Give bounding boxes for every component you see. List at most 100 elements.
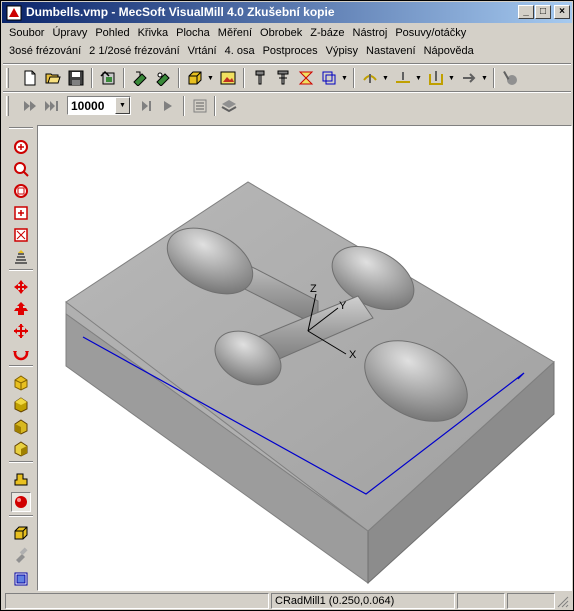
step-value-combo[interactable]: 10000 ▼ [67,96,131,115]
box-view-icon[interactable] [11,523,31,543]
menu-obrobek[interactable]: Obrobek [256,25,306,41]
new-file-icon[interactable] [19,67,41,89]
curve-dropdown-arrow[interactable]: ▼ [414,67,423,89]
toolbar-separator [493,68,495,88]
menu-4-osa[interactable]: 4. osa [221,43,259,59]
step-dropdown-arrow[interactable]: ▼ [115,97,130,114]
toolbar-separator [123,68,125,88]
move-icon[interactable] [11,321,31,341]
fast-forward-icon[interactable] [41,95,63,117]
toolbar-grip[interactable] [6,96,9,116]
main-toolbar: ▼ ▼ ▼ ▼ ▼ ▼ [3,65,571,91]
toolbar-separator [91,68,93,88]
zoom-out-icon[interactable] [11,159,31,179]
step-icon[interactable] [135,95,157,117]
menu-bar: Soubor Úpravy Pohled Křivka Plocha Měření Obro… [3,24,571,62]
grid-icon[interactable] [11,569,31,589]
iso-view-1-icon[interactable] [11,373,31,393]
status-pane-4 [507,593,555,609]
surface-select-icon[interactable] [359,67,381,89]
toolbar-separator [183,96,185,116]
play-icon[interactable] [19,95,41,117]
simulate-icon[interactable] [458,67,480,89]
import-icon[interactable] [97,67,119,89]
simulation-toolbar: 10000 ▼ [3,93,571,119]
menu-z-baze[interactable]: Z-báze [306,25,348,41]
status-pane-tool: CRadMill1 (0.250,0.064) [271,593,455,609]
axis-label-x: X [349,349,357,361]
pause-icon[interactable] [157,95,179,117]
menu-posuvy[interactable]: Posuvy/otáčky [391,25,470,41]
menu-mereni[interactable]: Měření [214,25,256,41]
coordinate-dropdown-arrow[interactable]: ▼ [340,67,349,89]
cut-material-icon[interactable] [499,67,521,89]
toolbar-separator [9,269,33,271]
simulate-dropdown-arrow[interactable]: ▼ [480,67,489,89]
step-value: 10000 [71,99,105,113]
image-icon[interactable] [217,67,239,89]
toolbar-grip[interactable] [9,127,33,129]
layer-icon[interactable] [218,95,240,117]
pan-icon[interactable] [11,277,31,297]
drill-dropdown-arrow[interactable]: ▼ [447,67,456,89]
title-bar[interactable]: Dumbells.vmp - MecSoft VisualMill 4.0 Zk… [2,2,572,23]
zoom-window-icon[interactable] [11,181,31,201]
3d-viewport[interactable]: Z Y X [37,125,572,591]
toolbar-grip[interactable] [6,68,9,88]
menu-3ose-frezovani[interactable]: 3osé frézování [5,43,85,59]
tool-view-icon[interactable] [11,545,31,565]
iso-view-3-icon[interactable] [11,417,31,437]
toolbar-separator [214,96,216,116]
close-button[interactable]: × [554,5,570,19]
status-bar: CRadMill1 (0.250,0.064) [3,592,571,610]
zoom-fit-icon[interactable] [11,225,31,245]
machine-setup-icon[interactable] [152,67,174,89]
curve-select-icon[interactable] [392,67,414,89]
axis-label-y: Y [339,300,347,312]
application-window: Dumbells.vmp - MecSoft VisualMill 4.0 Zk… [0,0,574,611]
menu-nastroj[interactable]: Nástroj [349,25,392,41]
save-icon[interactable] [65,67,87,89]
view-front-icon[interactable] [11,247,31,267]
app-icon[interactable] [6,5,22,21]
stock-box-icon[interactable] [184,67,206,89]
mill-setup-icon[interactable] [129,67,151,89]
rotate-icon[interactable] [11,299,31,319]
toolpath-list-icon[interactable] [189,95,211,117]
coordinate-system-icon[interactable] [318,67,340,89]
tool-icon[interactable] [249,67,271,89]
menu-2-5ose-frezovani[interactable]: 2 1/2osé frézování [85,43,184,59]
surface-dropdown-arrow[interactable]: ▼ [381,67,390,89]
zoom-in-icon[interactable] [11,137,31,157]
shaded-icon[interactable] [11,469,31,489]
part-scene: Z Y X [65,181,555,585]
axis-label-z: Z [310,283,317,295]
menu-krivka[interactable]: Křivka [134,25,173,41]
minimize-button[interactable]: _ [518,5,534,19]
render-ball-icon[interactable] [11,492,31,512]
menu-postproces[interactable]: Postproces [259,43,322,59]
menu-vrtani[interactable]: Vrtání [184,43,221,59]
menu-pohled[interactable]: Pohled [91,25,133,41]
open-file-icon[interactable] [42,67,64,89]
feeds-icon[interactable] [295,67,317,89]
tool-library-icon[interactable] [272,67,294,89]
menu-row-2: 3osé frézování 2 1/2osé frézování Vrtání 4.… [5,43,478,61]
stock-dropdown-arrow[interactable]: ▼ [206,67,215,89]
spin-icon[interactable] [11,343,31,363]
menu-plocha[interactable]: Plocha [172,25,214,41]
menu-vypisy[interactable]: Výpisy [322,43,362,59]
menu-row-1: Soubor Úpravy Pohled Křivka Plocha Měření Obro… [5,25,470,43]
menu-napoveda[interactable]: Nápověda [420,43,478,59]
menu-upravy[interactable]: Úpravy [48,25,91,41]
menu-nastaveni[interactable]: Nastavení [362,43,420,59]
drill-icon[interactable] [425,67,447,89]
iso-view-2-icon[interactable] [11,395,31,415]
maximize-button[interactable]: □ [535,5,551,19]
toolbar-separator [9,365,33,367]
toolbar-separator [178,68,180,88]
menu-soubor[interactable]: Soubor [5,25,48,41]
zoom-extents-icon[interactable] [11,203,31,223]
iso-view-4-icon[interactable] [11,439,31,459]
resize-grip[interactable] [557,596,569,608]
